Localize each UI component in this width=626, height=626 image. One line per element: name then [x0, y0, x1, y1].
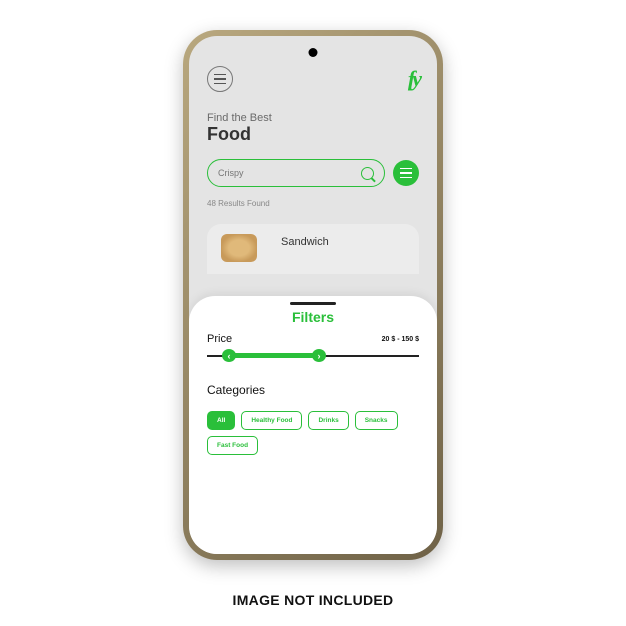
top-bar: fy: [189, 36, 437, 92]
search-row: [189, 153, 437, 193]
slider-thumb-max[interactable]: ›: [312, 349, 326, 362]
filters-bottom-sheet: Filters Price 20 $ - 150 $ ‹ › Categorie…: [189, 296, 437, 554]
phone-screen: fy Find the Best Food 48 Results Found S…: [189, 36, 437, 554]
categories-label: Categories: [207, 383, 419, 397]
chip-healthy-food[interactable]: Healthy Food: [241, 411, 302, 430]
slider-thumb-min[interactable]: ‹: [222, 349, 236, 362]
phone-mockup-frame: fy Find the Best Food 48 Results Found S…: [183, 30, 443, 560]
page-heading: Find the Best Food: [189, 92, 437, 153]
menu-button[interactable]: [207, 66, 233, 92]
front-camera-dot: [309, 48, 318, 57]
sheet-drag-handle[interactable]: [290, 302, 336, 305]
sheet-title: Filters: [207, 309, 419, 325]
image-not-included-label: IMAGE NOT INCLUDED: [0, 592, 626, 608]
price-range-value: 20 $ - 150 $: [382, 336, 419, 343]
price-slider[interactable]: ‹ ›: [207, 349, 419, 363]
chip-all[interactable]: All: [207, 411, 235, 430]
chip-snacks[interactable]: Snacks: [355, 411, 398, 430]
price-row: Price 20 $ - 150 $: [207, 333, 419, 345]
result-card-preview[interactable]: Sandwich: [207, 224, 419, 274]
chip-drinks[interactable]: Drinks: [308, 411, 348, 430]
price-label: Price: [207, 333, 232, 345]
heading-title: Food: [207, 124, 419, 145]
filter-button[interactable]: [393, 160, 419, 186]
category-chips-group: All Healthy Food Drinks Snacks Fast Food: [207, 411, 419, 455]
slider-fill: [229, 353, 319, 358]
chip-fast-food[interactable]: Fast Food: [207, 436, 258, 455]
search-field[interactable]: [207, 159, 385, 187]
results-count-label: 48 Results Found: [189, 193, 437, 214]
search-input[interactable]: [218, 168, 343, 178]
heading-subtitle: Find the Best: [207, 112, 419, 124]
food-thumbnail: [221, 234, 257, 262]
search-icon[interactable]: [361, 167, 374, 180]
food-title: Sandwich: [281, 236, 329, 248]
brand-logo: fy: [408, 66, 419, 92]
